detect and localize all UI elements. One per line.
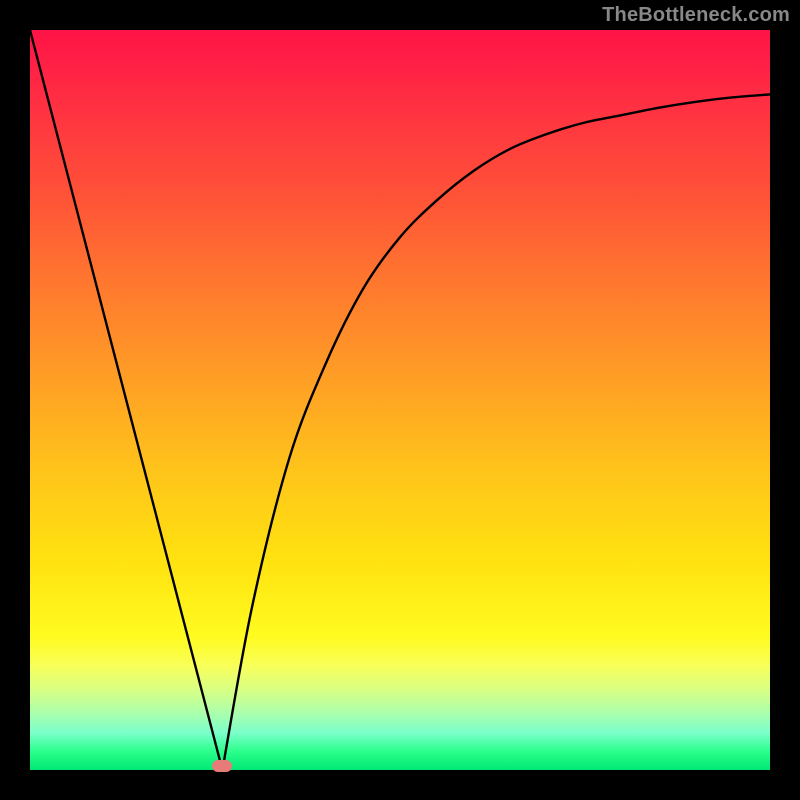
chart-canvas: TheBottleneck.com	[0, 0, 800, 800]
curve-layer	[30, 30, 770, 770]
right-ascent-curve	[222, 94, 770, 770]
minimum-marker	[212, 760, 232, 772]
attribution-text: TheBottleneck.com	[602, 4, 790, 27]
left-descent-line	[30, 30, 222, 770]
